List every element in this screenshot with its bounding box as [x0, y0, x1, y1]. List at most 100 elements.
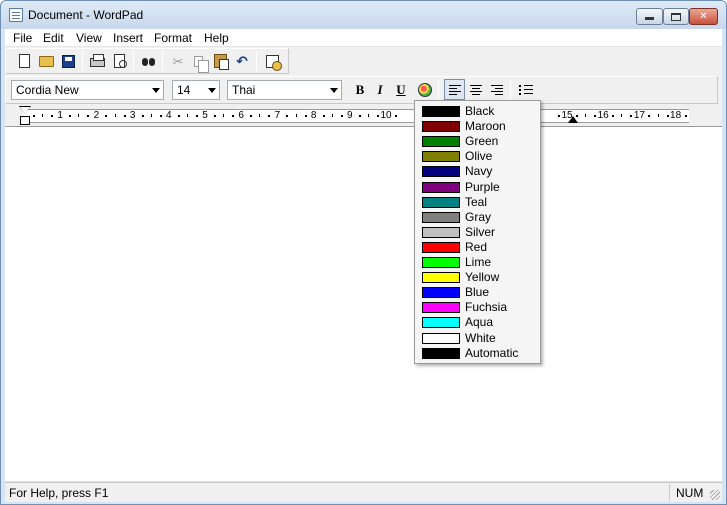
- print-preview-icon: [113, 54, 127, 68]
- color-option-label: Olive: [465, 149, 493, 164]
- color-option-label: Maroon: [465, 119, 506, 134]
- date-time-button[interactable]: [262, 51, 282, 71]
- open-button[interactable]: [36, 51, 56, 71]
- font-name-value: Cordia New: [16, 83, 79, 97]
- menu-format[interactable]: Format: [150, 31, 196, 45]
- menu-edit[interactable]: Edit: [39, 31, 68, 45]
- save-icon: [61, 54, 75, 68]
- ruler-label: 1: [57, 110, 63, 121]
- ruler-label: 17: [633, 110, 645, 121]
- color-option-black[interactable]: Black: [418, 104, 537, 119]
- menu-bar: File Edit View Insert Format Help: [5, 29, 722, 47]
- chevron-down-icon[interactable]: [152, 88, 160, 93]
- ruler-tick: [286, 115, 288, 117]
- save-button[interactable]: [58, 51, 78, 71]
- cut-icon: ✂: [172, 53, 184, 69]
- color-option-green[interactable]: Green: [418, 134, 537, 149]
- color-option-lime[interactable]: Lime: [418, 255, 537, 270]
- color-swatch: [422, 287, 460, 299]
- wordpad-app-icon[interactable]: [9, 8, 23, 22]
- minimize-icon: [645, 17, 654, 20]
- ruler-tick: [341, 115, 343, 117]
- color-swatch: [422, 121, 460, 133]
- ruler-tick: [332, 114, 333, 117]
- toolbar-separator: [162, 51, 163, 71]
- color-option-aqua[interactable]: Aqua: [418, 315, 537, 330]
- menu-insert[interactable]: Insert: [109, 31, 147, 45]
- maximize-button[interactable]: [663, 8, 689, 25]
- align-center-button[interactable]: [466, 80, 486, 100]
- align-left-button[interactable]: [444, 79, 465, 100]
- ruler-label: 10: [380, 110, 392, 121]
- copy-button[interactable]: [188, 51, 209, 73]
- color-option-label: Fuchsia: [465, 300, 508, 315]
- font-name-combo[interactable]: Cordia New: [11, 80, 164, 100]
- color-option-maroon[interactable]: Maroon: [418, 119, 537, 134]
- ruler-label: 8: [310, 110, 317, 121]
- color-option-gray[interactable]: Gray: [418, 210, 537, 225]
- color-option-navy[interactable]: Navy: [418, 164, 537, 179]
- new-button[interactable]: [14, 51, 34, 71]
- color-option-yellow[interactable]: Yellow: [418, 270, 537, 285]
- ruler-label: 6: [238, 110, 244, 121]
- chevron-down-icon[interactable]: [208, 88, 216, 93]
- menu-view[interactable]: View: [72, 31, 106, 45]
- print-button[interactable]: [87, 51, 107, 71]
- align-right-icon: [491, 85, 503, 95]
- underline-button[interactable]: U: [391, 80, 411, 100]
- color-option-white[interactable]: White: [418, 331, 537, 346]
- script-combo[interactable]: Thai: [227, 80, 342, 100]
- ruler-tick: [558, 115, 560, 117]
- paste-button[interactable]: [210, 51, 230, 71]
- print-preview-button[interactable]: [109, 51, 129, 71]
- align-right-button[interactable]: [487, 80, 507, 100]
- color-option-label: Silver: [465, 224, 496, 239]
- color-option-olive[interactable]: Olive: [418, 149, 537, 164]
- color-option-fuchsia[interactable]: Fuchsia: [418, 300, 537, 315]
- ruler[interactable]: 1 2 3 4 5 6 7 8 9 10 15 16 17 18: [5, 105, 722, 126]
- bold-button[interactable]: B: [350, 80, 370, 100]
- color-option-label: Green: [465, 134, 499, 149]
- close-button[interactable]: ✕: [689, 8, 718, 25]
- ruler-tick: [142, 115, 144, 117]
- ruler-tick: [232, 115, 234, 117]
- ruler-tick: [296, 114, 297, 117]
- copy-icon: [193, 55, 209, 73]
- left-indent-marker[interactable]: [20, 116, 30, 125]
- color-option-blue[interactable]: Blue: [418, 285, 537, 300]
- date-time-icon: [265, 54, 282, 71]
- new-icon: [18, 54, 30, 68]
- status-help-text: For Help, press F1: [9, 486, 109, 500]
- color-button[interactable]: [415, 80, 435, 100]
- undo-button[interactable]: ↶: [232, 51, 252, 71]
- cut-button[interactable]: ✂: [168, 51, 188, 71]
- bullets-button[interactable]: [516, 80, 536, 100]
- color-option-teal[interactable]: Teal: [418, 195, 537, 210]
- ruler-tick: [178, 115, 180, 117]
- document-area[interactable]: [5, 126, 722, 481]
- menu-file[interactable]: File: [9, 31, 36, 45]
- chevron-down-icon[interactable]: [330, 88, 338, 93]
- color-swatch: [422, 166, 460, 178]
- color-option-red[interactable]: Red: [418, 240, 537, 255]
- color-option-label: Yellow: [465, 270, 500, 285]
- resize-grip[interactable]: [710, 490, 720, 500]
- title-bar: Document - WordPad ✕: [1, 1, 726, 29]
- minimize-button[interactable]: [636, 8, 663, 25]
- menu-help[interactable]: Help: [200, 31, 233, 45]
- italic-button[interactable]: I: [370, 80, 390, 100]
- color-option-silver[interactable]: Silver: [418, 225, 537, 240]
- color-option-purple[interactable]: Purple: [418, 180, 537, 195]
- color-option-label: Red: [465, 239, 488, 254]
- window-title: Document - WordPad: [28, 8, 144, 22]
- find-button[interactable]: [138, 51, 158, 71]
- color-option-label: Blue: [465, 285, 490, 300]
- ruler-tick: [42, 114, 43, 117]
- color-swatch: [422, 317, 460, 329]
- color-option-label: Purple: [465, 179, 500, 194]
- standard-toolbar: ✂ ↶: [5, 48, 289, 74]
- color-option-automatic[interactable]: Automatic: [418, 346, 537, 361]
- ruler-label: 7: [274, 110, 281, 121]
- color-swatch: [422, 241, 460, 253]
- font-size-combo[interactable]: 14: [172, 80, 220, 100]
